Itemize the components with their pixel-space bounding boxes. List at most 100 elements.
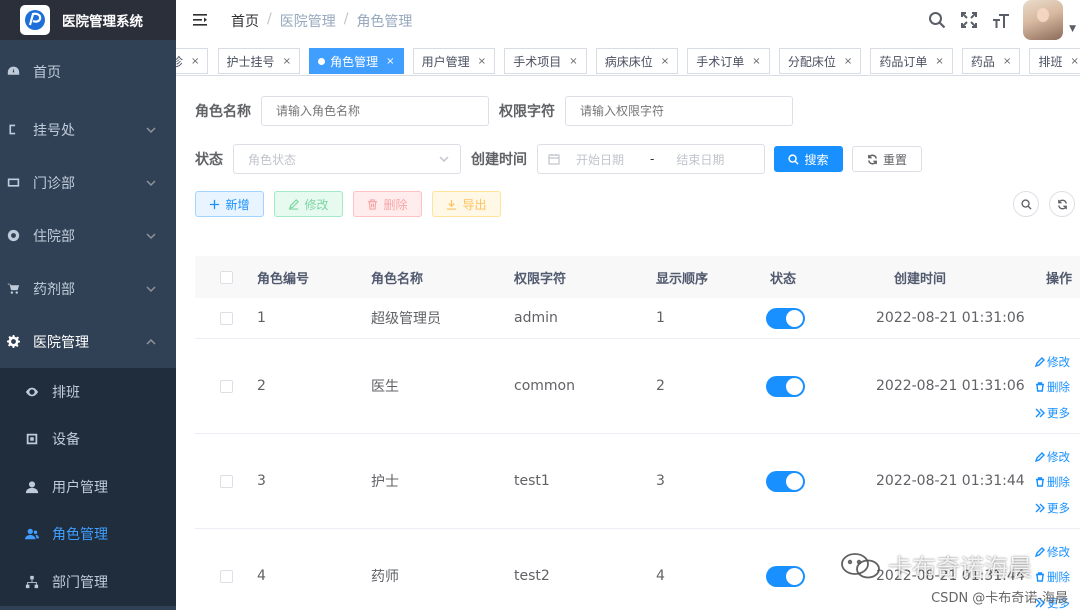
close-icon[interactable]: × [283,56,291,67]
row-edit-link[interactable]: 修改 [1035,444,1070,470]
column-header[interactable]: 状态 [760,268,864,287]
breadcrumb-item-home[interactable]: 首页 [231,11,259,31]
settings-icon [6,335,20,349]
toggle-search-button[interactable] [1013,191,1039,217]
hamburger-icon[interactable] [192,12,208,28]
row-more-link[interactable]: 更多 [1035,400,1070,426]
status-label: 状态 [195,152,223,168]
trash-icon [1036,572,1044,582]
column-header[interactable]: 创建时间 [864,268,1044,287]
row-edit-link[interactable]: 修改 [1035,349,1070,375]
tag-item[interactable]: 排班 × [1029,48,1080,74]
active-dot-icon [318,57,326,65]
row-delete-link[interactable]: 删除 [1035,375,1070,401]
caret-down-icon[interactable]: ▼ [1069,24,1076,34]
select-all-checkbox[interactable] [219,270,233,284]
column-header[interactable]: 角色名称 [371,268,514,287]
navbar: 首页 / 医院管理 / 角色管理 ▼ [176,0,1080,40]
sidebar-item-schedule[interactable]: 排班 [0,368,176,416]
add-button[interactable]: 新增 [195,191,264,217]
sidebar-item-role-management[interactable]: 角色管理 [0,511,176,559]
sidebar-item-department-management[interactable]: 部门管理 [0,558,176,606]
reset-button[interactable]: 重置 [852,146,922,172]
submenu-hospital-management: 排班 设备 用户管理 角色管理 部门管理 [0,368,176,606]
column-header[interactable]: 权限字符 [514,268,656,287]
row-delete-link[interactable]: 删除 [1035,470,1070,496]
close-icon[interactable]: × [661,56,669,67]
delete-button[interactable]: 删除 [353,191,422,217]
sidebar-item-pharmacy[interactable]: 药剂部 [0,262,176,315]
sidebar-item-home[interactable]: 首页 [0,40,176,103]
close-icon[interactable]: × [478,56,486,67]
row-checkbox[interactable] [219,474,233,488]
search-button[interactable]: 搜索 [774,146,843,172]
tag-item[interactable]: 药品订单 × [870,48,953,74]
table-row[interactable]: 1 超级管理员 admin 1 2022-08-21 01:31:06 [195,298,1080,339]
cell-sort: 2 [656,378,665,394]
tag-label: 药品 [970,54,995,69]
close-icon[interactable]: × [569,56,577,67]
tag-item-active[interactable]: 角色管理 × [309,48,404,74]
table-row[interactable]: 3 护士 test1 3 2022-08-21 01:31:44 修改 删除 更… [195,434,1080,529]
close-icon[interactable]: × [752,56,760,67]
close-icon[interactable]: × [1003,56,1011,67]
refresh-table-button[interactable] [1049,191,1075,217]
close-icon[interactable]: × [1070,56,1078,67]
tag-item[interactable]: 病床床位 × [595,48,679,74]
status-placeholder: 角色状态 [248,152,297,167]
status-switch[interactable] [766,375,805,397]
tag-item[interactable]: 分配床位 × [778,48,862,74]
tag-item[interactable]: 手术订单 × [687,48,770,74]
row-checkbox[interactable] [219,569,233,583]
column-header[interactable]: 角色编号 [257,268,371,287]
cell-role-name: 护士 [371,474,399,490]
fullscreen-icon[interactable] [959,10,979,30]
watermark: 卡布奇诺海晨 [840,548,1032,583]
device-icon [24,431,40,447]
end-date-placeholder[interactable]: 结束日期 [676,151,724,168]
role-name-input[interactable] [261,96,489,126]
table-row[interactable]: 2 医生 common 2 2022-08-21 01:31:06 修改 删除 … [195,339,1080,434]
date-range-picker[interactable]: 开始日期 - 结束日期 [537,144,765,174]
sidebar-item-inpatient[interactable]: 住院部 [0,209,176,262]
status-switch[interactable] [766,307,805,329]
cell-role-name: 医生 [371,379,399,395]
tag-item[interactable]: 护士挂号 × [217,48,300,74]
search-icon[interactable] [927,10,947,30]
status-switch[interactable] [766,565,805,587]
tag-item[interactable]: 用户管理 × [412,48,496,74]
row-checkbox[interactable] [219,379,233,393]
cell-role-id: 1 [257,310,266,326]
tag-item[interactable]: 诊× [176,48,209,74]
sidebar-item-register[interactable]: 挂号处 [0,103,176,156]
logo-area[interactable]: 医院管理系统 [0,0,176,40]
row-more-link[interactable]: 更多 [1035,495,1070,521]
sidebar-item-device[interactable]: 设备 [0,416,176,464]
sidebar-item-user-management[interactable]: 用户管理 [0,463,176,511]
sidebar-item-hospital-management[interactable]: 医院管理 [0,315,176,368]
close-icon[interactable]: × [844,56,852,67]
role-key-input[interactable] [565,96,793,126]
tag-item[interactable]: 手术项目 × [504,48,587,74]
export-button[interactable]: 导出 [432,191,501,217]
edit-button[interactable]: 修改 [274,191,343,217]
sidebar-item-clinic[interactable]: 门诊部 [0,156,176,209]
row-checkbox[interactable] [219,311,233,325]
font-size-icon[interactable] [991,10,1011,30]
close-icon[interactable]: × [935,56,943,67]
search-row-1: 角色名称 权限字符 [195,96,793,126]
avatar[interactable] [1023,0,1064,40]
start-date-placeholder[interactable]: 开始日期 [576,151,624,168]
tag-item[interactable]: 药品 × [961,48,1021,74]
edit-icon [1035,546,1045,557]
row-edit-link[interactable]: 修改 [1035,539,1070,565]
cell-sort: 4 [656,568,665,584]
status-select[interactable]: 角色状态 [233,144,461,174]
column-header[interactable]: 显示顺序 [656,268,760,287]
tag-label: 药品订单 [879,54,928,69]
sidebar-item-label: 挂号处 [33,122,75,139]
close-icon[interactable]: × [191,56,199,67]
breadcrumb-item-hospital[interactable]: 医院管理 [280,11,336,31]
status-switch[interactable] [766,470,805,492]
close-icon[interactable]: × [386,56,394,67]
